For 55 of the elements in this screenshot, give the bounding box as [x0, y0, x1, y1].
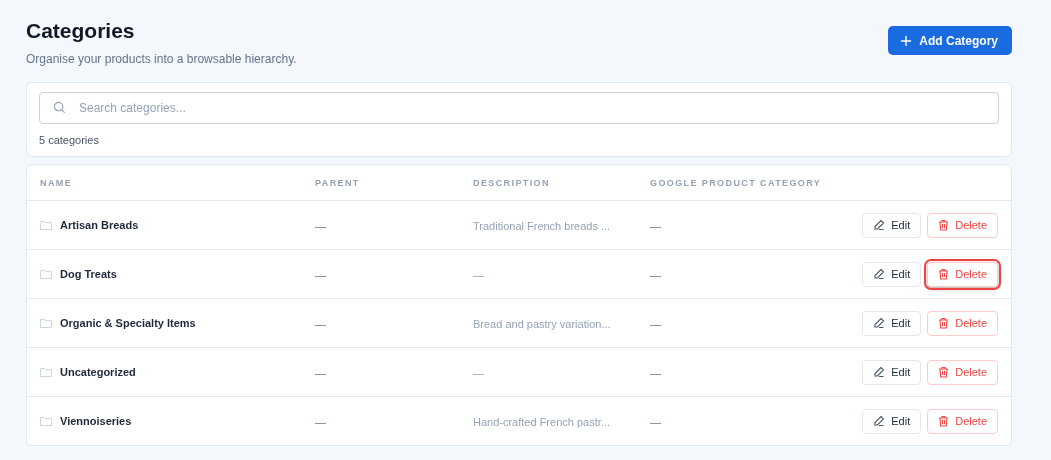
description-cell: — — [473, 367, 484, 379]
category-name: Uncategorized — [60, 366, 136, 378]
folder-icon — [40, 416, 52, 426]
page-subtitle: Organise your products into a browsable hierarchy. — [26, 52, 297, 66]
google-category-cell: — — [650, 416, 661, 428]
edit-button[interactable]: Edit — [862, 212, 922, 238]
delete-button[interactable]: Delete — [927, 359, 998, 385]
column-header: NAME — [40, 177, 74, 188]
trash-icon — [938, 219, 950, 231]
pencil-icon — [873, 415, 886, 427]
page-title: Categories — [26, 18, 136, 44]
category-name: Organic & Specialty Items — [60, 317, 196, 329]
delete-button[interactable]: Delete — [927, 212, 998, 238]
folder-icon — [40, 367, 52, 377]
category-name: Viennoiseries — [60, 415, 132, 427]
pencil-icon — [873, 317, 886, 329]
search-field[interactable]: Search categories... — [39, 92, 999, 124]
trash-icon — [938, 268, 950, 280]
plus-icon — [900, 34, 913, 47]
pencil-icon — [873, 366, 886, 378]
trash-icon — [938, 317, 950, 329]
edit-button[interactable]: Edit — [862, 408, 922, 434]
description-cell: Traditional French breads ... — [473, 220, 611, 232]
google-category-cell: — — [650, 318, 661, 330]
parent-cell: — — [315, 220, 326, 232]
pencil-icon — [873, 268, 886, 280]
edit-button[interactable]: Edit — [862, 359, 922, 385]
parent-cell: — — [315, 416, 326, 428]
column-header: DESCRIPTION — [473, 177, 551, 188]
parent-cell: — — [315, 318, 326, 330]
google-category-cell: — — [650, 269, 661, 281]
add-category-button[interactable]: Add Category — [888, 26, 1012, 55]
category-count: 5 categories — [39, 134, 100, 146]
column-header: PARENT — [315, 177, 361, 188]
trash-icon — [938, 415, 950, 427]
trash-icon — [938, 366, 950, 378]
description-cell: Bread and pastry variation... — [473, 318, 611, 330]
description-cell: Hand-crafted French pastr... — [473, 416, 610, 428]
google-category-cell: — — [650, 220, 661, 232]
edit-button[interactable]: Edit — [862, 310, 922, 336]
category-name: Dog Treats — [60, 268, 117, 280]
parent-cell: — — [315, 367, 326, 379]
description-cell: — — [473, 269, 484, 281]
delete-button[interactable]: Delete — [927, 408, 998, 434]
google-category-cell: — — [650, 367, 661, 379]
column-header: GOOGLE PRODUCT CATEGORY — [650, 177, 823, 188]
folder-icon — [40, 318, 52, 328]
edit-button[interactable]: Edit — [862, 261, 922, 287]
delete-button[interactable]: Delete — [927, 261, 998, 287]
parent-cell: — — [315, 269, 326, 281]
folder-icon — [40, 269, 52, 279]
delete-button[interactable]: Delete — [927, 310, 998, 336]
pencil-icon — [873, 219, 886, 231]
category-name: Artisan Breads — [60, 219, 139, 231]
folder-icon — [40, 220, 52, 230]
